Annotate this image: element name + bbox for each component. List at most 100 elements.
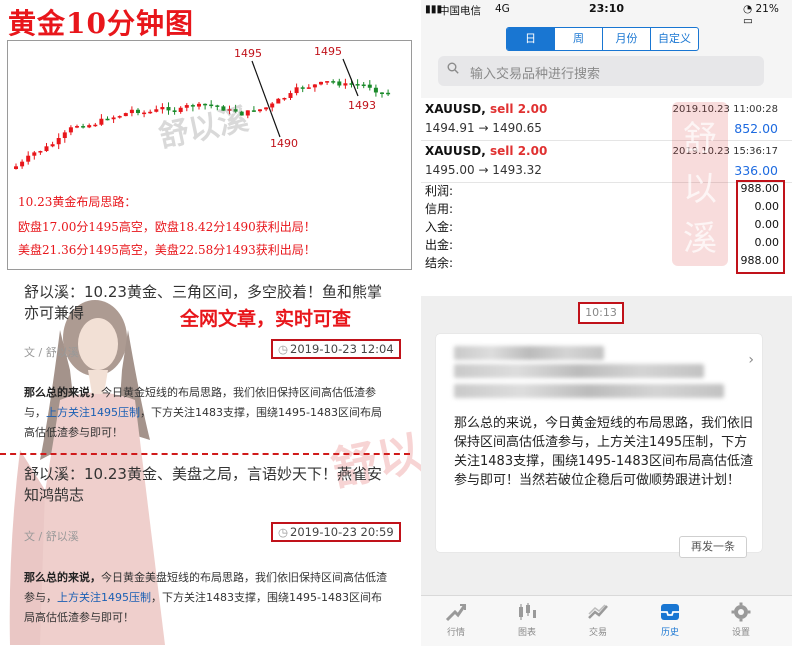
candle	[306, 84, 311, 89]
search-input[interactable]: 输入交易品种进行搜索	[438, 56, 764, 86]
article-author: 文 / 舒以溪	[24, 530, 79, 543]
chart-note-us: 美盘21.36分1495高空，美盘22.58分1493获利出局！	[18, 243, 316, 257]
segment-custom[interactable]: 自定义	[651, 28, 698, 50]
candle	[38, 150, 43, 155]
battery: ◔ 21% ▭	[743, 3, 779, 27]
status-bar: ▮▮▮ 中国电信 4G 23:10 ◔ 21% ▭	[421, 0, 792, 27]
chart-note-europe: 欧盘17.00分1495高空，欧盘18.42分1490获利出局！	[18, 220, 316, 234]
candle	[258, 109, 262, 113]
trade-prices: 1495.00 → 1493.32	[425, 163, 542, 177]
candle	[373, 84, 378, 97]
trade-profit: 852.00	[734, 121, 778, 136]
svg-text:溪: 溪	[683, 219, 717, 259]
candle	[62, 130, 67, 143]
candle	[129, 106, 134, 117]
redacted-text	[454, 384, 724, 398]
candle	[386, 89, 391, 96]
clock: 23:10	[589, 2, 625, 15]
tab-bar: 行情 图表 交易 历史 设置	[421, 595, 792, 646]
segment-month[interactable]: 月份	[603, 28, 651, 50]
candle	[355, 79, 360, 89]
trade-profit: 336.00	[734, 163, 778, 178]
article-date: ◷ 2019-10-23 12:04	[271, 339, 401, 359]
quotes-icon	[445, 604, 467, 622]
candle	[68, 125, 73, 136]
candle	[264, 107, 269, 112]
candle	[331, 79, 336, 85]
trade-symbol: XAUUSD,	[425, 102, 486, 116]
trade-history-screen: ▮▮▮ 中国电信 4G 23:10 ◔ 21% ▭ 日 周 月份 自定义 输入交…	[421, 0, 792, 290]
annotation-line	[251, 60, 281, 138]
history-icon	[661, 604, 679, 620]
settings-icon	[731, 602, 751, 622]
candle	[270, 102, 275, 112]
segment-day[interactable]: 日	[507, 28, 555, 50]
network-type: 4G	[495, 3, 510, 15]
message-text: 那么总的来说，今日黄金短线的布局思路，我们依旧保持区间高估低渣参与，上方关注14…	[454, 416, 754, 488]
candle	[343, 78, 348, 89]
article-author: 文 / 舒以溪	[24, 346, 79, 359]
trade-side: sell 2.00	[490, 102, 548, 116]
search-placeholder: 输入交易品种进行搜索	[470, 67, 601, 82]
candle	[56, 133, 61, 150]
trade-icon	[588, 604, 608, 619]
candle	[81, 123, 86, 129]
candle	[14, 163, 18, 170]
candle	[117, 115, 122, 119]
segment-week[interactable]: 周	[555, 28, 603, 50]
candle	[294, 83, 299, 96]
candle	[300, 85, 305, 93]
candle	[319, 81, 323, 86]
clock-icon: ◷	[278, 342, 289, 356]
redacted-text	[454, 346, 604, 360]
candle	[32, 150, 37, 160]
candle	[148, 109, 153, 114]
trade-row[interactable]: XAUUSD, sell 2.00 2019.10.23 15:36:17 14…	[421, 140, 792, 183]
chart-icon	[519, 603, 536, 620]
candle	[50, 141, 55, 148]
clock-icon: ◷	[278, 525, 289, 539]
trade-prices: 1494.91 → 1490.65	[425, 121, 542, 135]
trade-row[interactable]: XAUUSD, sell 2.00 2019.10.23 11:00:28 14…	[421, 98, 792, 141]
candle	[20, 159, 25, 169]
candle	[123, 112, 128, 117]
slogan: 全网文章，实时可查	[180, 308, 352, 330]
candle	[380, 92, 384, 98]
redacted-text	[454, 364, 704, 378]
candle	[282, 97, 287, 101]
price-annotation: 1493	[348, 99, 376, 112]
tab-settings[interactable]: 设置	[711, 602, 771, 638]
article-excerpt: 那么总的来说，今日黄金美盘短线的布局思路，我们依旧保持区间高估低渣参与，上方关注…	[24, 571, 387, 624]
candle	[111, 115, 116, 124]
candle	[312, 84, 317, 92]
candle	[367, 80, 372, 91]
chart-note-heading: 10.23黄金布局思路：	[18, 195, 137, 209]
tab-history[interactable]: 历史	[640, 602, 700, 638]
battery-icon: ◔	[743, 3, 756, 15]
annotation-line	[342, 58, 359, 97]
chart-title: 黄金10分钟图	[8, 7, 194, 40]
svg-text:以: 以	[683, 169, 717, 209]
candle	[276, 97, 281, 104]
chevron-right-icon[interactable]: ›	[748, 352, 754, 368]
tab-chart[interactable]: 图表	[497, 602, 557, 638]
candle	[87, 123, 92, 129]
chart-panel: 1495 1490 1495 1493 舒以溪 10.23黄金布局思路： 欧盘17.0…	[7, 40, 412, 270]
price-annotation: 1490	[270, 137, 298, 150]
candle	[288, 90, 293, 101]
candle	[142, 110, 147, 118]
article-title[interactable]: 舒以溪：10.23黄金、美盘之局，言语妙天下！燕雀安知鸿鹄志	[24, 464, 394, 506]
resend-button[interactable]: 再发一条	[679, 536, 747, 558]
tab-quotes[interactable]: 行情	[426, 602, 486, 638]
message-time: 10:13	[578, 302, 624, 324]
seal-watermark: 舒 以 溪	[672, 102, 728, 266]
message-card[interactable]: › 那么总的来说，今日黄金短线的布局思路，我们依旧保持区间高估低渣参与，上方关注…	[436, 334, 762, 552]
trade-symbol: XAUUSD,	[425, 144, 486, 158]
search-icon	[447, 62, 459, 74]
article-date: ◷ 2019-10-23 20:59	[271, 522, 401, 542]
tab-trade[interactable]: 交易	[568, 602, 628, 638]
candle	[75, 124, 79, 129]
candle	[99, 114, 104, 126]
period-selector: 日 周 月份 自定义	[506, 27, 699, 51]
trade-side: sell 2.00	[490, 144, 548, 158]
